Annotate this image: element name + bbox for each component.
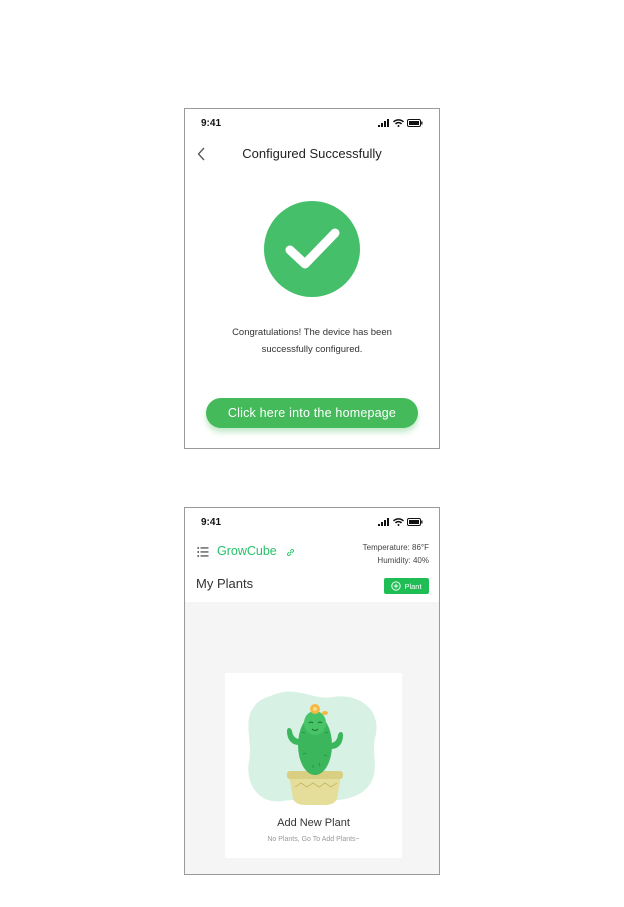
- plants-list-area: Add New Plant No Plants, Go To Add Plant…: [185, 602, 439, 874]
- list-menu-icon[interactable]: [197, 546, 209, 558]
- battery-icon: [407, 518, 423, 526]
- plus-circle-icon: [391, 581, 402, 591]
- wifi-icon: [393, 518, 404, 526]
- status-icons: [378, 518, 423, 526]
- add-plant-label: Plant: [404, 581, 422, 591]
- section-title: My Plants: [196, 576, 254, 591]
- temperature-readout: Temperature: 86°F: [362, 543, 429, 552]
- cellular-signal-icon: [378, 119, 389, 127]
- humidity-readout: Humidity: 40%: [377, 556, 429, 565]
- environment-readout: Temperature: 86°F Humidity: 40%: [363, 541, 429, 567]
- brand-name[interactable]: GrowCube: [217, 544, 277, 558]
- wifi-icon: [393, 119, 404, 127]
- app-header: GrowCube Temperature: 86°F Humidity: 40%…: [185, 536, 439, 602]
- empty-state-card[interactable]: Add New Plant No Plants, Go To Add Plant…: [225, 673, 402, 858]
- status-bar: 9:41: [185, 109, 439, 137]
- success-badge: [264, 201, 360, 297]
- success-message-line2: successfully configured.: [261, 344, 363, 355]
- status-bar: 9:41: [185, 508, 439, 536]
- cactus-illustration: [248, 691, 377, 805]
- add-plant-button[interactable]: Plant: [384, 578, 429, 594]
- empty-state-subtitle: No Plants, Go To Add Plants~: [267, 836, 360, 843]
- status-time: 9:41: [201, 118, 222, 129]
- empty-state-title: Add New Plant: [277, 817, 350, 829]
- link-icon: [286, 548, 295, 557]
- success-message-line1: Congratulations! The device has been: [232, 327, 392, 338]
- status-time: 9:41: [201, 517, 222, 528]
- go-homepage-button[interactable]: Click here into the homepage: [206, 398, 418, 428]
- nav-bar: Configured Successfully: [185, 141, 439, 167]
- battery-icon: [407, 119, 423, 127]
- checkmark-icon: [285, 228, 340, 269]
- cellular-signal-icon: [378, 518, 389, 526]
- home-screen: 9:41 GrowCube Temperature: 86°F Humidity…: [184, 507, 440, 875]
- page-title: Configured Successfully: [242, 146, 382, 161]
- success-message: Congratulations! The device has been suc…: [205, 324, 419, 358]
- status-icons: [378, 119, 423, 127]
- configured-success-screen: 9:41 Configured Successfully Congratulat…: [184, 108, 440, 449]
